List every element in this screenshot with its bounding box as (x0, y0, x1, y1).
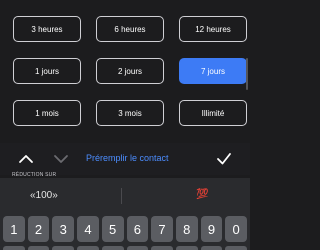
key-top[interactable] (77, 246, 99, 250)
key-6[interactable]: 6 (126, 216, 149, 242)
duration-sheet: 3 heures 6 heures 12 heures 1 jours 2 jo… (0, 0, 250, 140)
key-top[interactable] (151, 246, 173, 250)
key-5[interactable]: 5 (101, 216, 124, 242)
option-unlimited[interactable]: Illimité (179, 100, 247, 126)
key-4[interactable]: 4 (77, 216, 99, 242)
key-2[interactable]: 2 (27, 216, 50, 242)
key-8[interactable]: 8 (175, 216, 198, 242)
option-7-days[interactable]: 7 jours (179, 58, 247, 84)
key-top[interactable] (27, 246, 50, 250)
screen: 3 heures 6 heures 12 heures 1 jours 2 jo… (0, 0, 250, 250)
duration-grid: 3 heures 6 heures 12 heures 1 jours 2 jo… (13, 16, 247, 126)
key-7[interactable]: 7 (151, 216, 173, 242)
option-1-month[interactable]: 1 mois (13, 100, 81, 126)
key-top[interactable] (200, 246, 223, 250)
suggestion-text[interactable]: «100» (30, 190, 58, 201)
suggestion-divider (121, 188, 122, 204)
prefill-contact-button[interactable]: Préremplir le contact (86, 153, 169, 163)
option-2-days[interactable]: 2 jours (96, 58, 164, 84)
option-3-months[interactable]: 3 mois (96, 100, 164, 126)
keyboard: «100» 💯 1 2 3 4 5 6 7 8 9 0 (0, 178, 250, 250)
key-9[interactable]: 9 (200, 216, 223, 242)
key-top[interactable] (126, 246, 149, 250)
option-12-hours[interactable]: 12 heures (179, 16, 247, 42)
key-top[interactable] (3, 246, 25, 250)
number-key-row: 1 2 3 4 5 6 7 8 9 0 (3, 216, 247, 242)
input-accessory-toolbar: Préremplir le contact (0, 143, 250, 175)
option-3-hours[interactable]: 3 heures (13, 16, 81, 42)
key-3[interactable]: 3 (52, 216, 75, 242)
letter-key-row-partial (3, 246, 247, 250)
key-top[interactable] (101, 246, 124, 250)
key-top[interactable] (175, 246, 198, 250)
key-0[interactable]: 0 (225, 216, 247, 242)
scrollbar[interactable] (246, 58, 248, 90)
chevron-down-icon[interactable] (51, 149, 71, 169)
key-top[interactable] (52, 246, 75, 250)
option-1-day[interactable]: 1 jours (13, 58, 81, 84)
checkmark-icon[interactable] (214, 149, 234, 169)
suggestion-bar: «100» 💯 (0, 178, 250, 214)
key-1[interactable]: 1 (3, 216, 25, 242)
key-top[interactable] (225, 246, 247, 250)
chevron-up-icon[interactable] (16, 149, 36, 169)
option-6-hours[interactable]: 6 heures (96, 16, 164, 42)
hundred-emoji-suggestion[interactable]: 💯 (196, 189, 208, 200)
